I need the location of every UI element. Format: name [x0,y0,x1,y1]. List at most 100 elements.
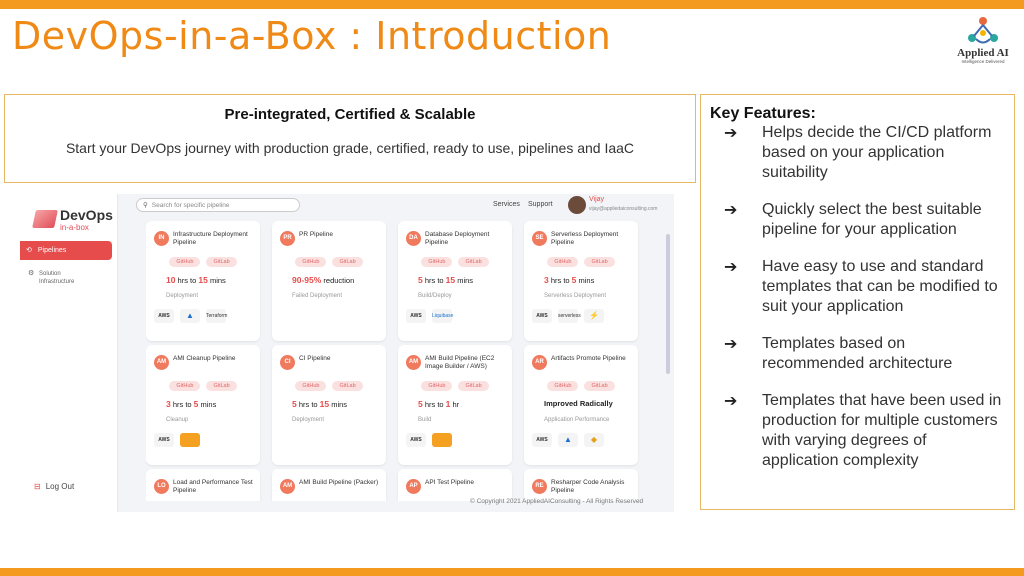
tool-logos: AWS ▲ ◆ [532,433,632,451]
feature-item: ➔ Quickly select the best suitable pipeli… [710,200,1014,240]
search-placeholder: Search for specific pipeline [151,202,230,209]
pipeline-card[interactable]: IN Infrastructure Deployment Pipeline GitH… [146,221,260,341]
pipeline-card[interactable]: SE Serverless Deployment Pipeline GitHub Gi… [524,221,638,341]
chip-github[interactable]: GitHub [295,381,327,391]
chip-github[interactable]: GitHub [547,381,579,391]
sidebar-item-label: Pipelines [37,247,67,254]
arrow-icon: ➔ [724,259,738,276]
time-saving: 3 hrs to 5 mins [544,275,594,285]
pipeline-badge: AM [280,479,295,494]
pipeline-badge: AP [406,479,421,494]
tool-logo-icon: AWS [154,433,174,447]
chip-gitlab[interactable]: GitLab [206,381,237,391]
pipeline-card[interactable]: RE Resharper Code Analysis Pipeline [524,469,638,501]
time-text: hrs to [548,276,572,285]
chip-gitlab[interactable]: GitLab [458,381,489,391]
pipeline-card[interactable]: AP API Test Pipeline [398,469,512,501]
logout-label: Log Out [45,482,75,491]
chip-github[interactable]: GitHub [169,257,201,267]
key-features-title: Key Features: [710,105,816,122]
time-text: hrs to [296,400,320,409]
feature-text: Quickly select the best suitable pipelin… [762,201,982,238]
sidebar-item-pipelines[interactable]: ⟲ Pipelines [20,241,112,260]
pipeline-title: Infrastructure Deployment Pipeline [173,231,248,246]
chip-github[interactable]: GitHub [169,381,201,391]
tool-logos: AWS [406,433,506,451]
tool-logos: AWS ▲ Terraform [154,309,254,327]
chip-github[interactable]: GitHub [295,257,327,267]
pipeline-card[interactable]: LO Load and Performance Test Pipeline [146,469,260,501]
time-unit: mins [207,276,226,285]
search-input[interactable]: ⚲ Search for specific pipeline [136,198,300,212]
pipeline-card[interactable]: PR PR Pipeline GitHub GitLab 90-95% reductio… [272,221,386,341]
platform-chips: GitHub GitLab [398,381,512,391]
brand-name: DevOps [60,207,113,223]
pipeline-card[interactable]: AM AMI Cleanup Pipeline GitHub GitLab 3 hrs … [146,345,260,465]
chip-github[interactable]: GitHub [421,381,453,391]
time-text: hrs to [422,400,446,409]
pipeline-badge: LO [154,479,169,494]
tool-logo-icon [432,433,452,447]
pipeline-title: Load and Performance Test Pipeline [173,479,253,494]
tool-logos: AWS Liquibase [406,309,506,327]
time-unit: mins [329,400,348,409]
pipeline-title: API Test Pipeline [425,479,475,486]
slide: DevOps-in-a-Box : Introduction Applied A… [0,0,1024,576]
chip-gitlab[interactable]: GitLab [458,257,489,267]
services-link[interactable]: Services [493,201,520,208]
pipeline-category: Cleanup [166,417,189,423]
avatar[interactable] [568,196,586,214]
pipeline-card[interactable]: AM AMI Build Pipeline (Packer) [272,469,386,501]
chip-gitlab[interactable]: GitLab [584,381,615,391]
chip-gitlab[interactable]: GitLab [332,381,363,391]
applied-ai-logo-icon [968,17,998,44]
chip-github[interactable]: GitHub [421,257,453,267]
time-saving: 90-95% reduction [292,275,354,285]
logo-tagline: Intelligence Delivered [961,59,1005,64]
pipeline-category: Build/Deploy [418,293,452,299]
tool-logo-icon: AWS [406,309,426,323]
logout-button[interactable]: ⊟ Log Out [34,482,74,491]
pipeline-badge: IN [154,231,169,246]
app-topbar: ⚲ Search for specific pipeline Services S… [118,194,674,216]
chip-gitlab[interactable]: GitLab [206,257,237,267]
brand-logo-icon [32,210,58,228]
time-saving: Improved Radically [544,399,613,408]
time-saving: 5 hrs to 1 hr [418,399,459,409]
top-accent-bar [0,0,1024,9]
pipeline-card[interactable]: AR Artifacts Promote Pipeline GitHub GitLab… [524,345,638,465]
sidebar-item-solution-infrastructure[interactable]: ⚙ Solution Infrastructure [28,270,89,286]
time-text: hrs to [170,400,194,409]
pipeline-title: Artifacts Promote Pipeline [551,355,626,362]
scrollbar[interactable] [666,234,670,374]
time-saving: 5 hrs to 15 mins [292,399,347,409]
support-link[interactable]: Support [528,201,553,208]
tool-logos [280,309,380,327]
tool-logo-icon: Terraform [206,309,227,323]
pipeline-category: Build [418,417,432,423]
time-saving: 3 hrs to 5 mins [166,399,216,409]
app-brand: DevOps in-a-box [32,206,114,234]
pipeline-card[interactable]: DA Database Deployment Pipeline GitHub GitL… [398,221,512,341]
brand-subtitle: in-a-box [60,223,89,232]
chip-gitlab[interactable]: GitLab [332,257,363,267]
pipeline-card[interactable]: AM AMI Build Pipeline (EC2 Image Builder … [398,345,512,465]
tool-logo-icon: Liquibase [432,309,453,323]
pipeline-badge: DA [406,231,421,246]
chip-github[interactable]: GitHub [547,257,579,267]
time-unit: hr [450,400,460,409]
pipeline-badge: RE [532,479,547,494]
pipeline-category: Failed Deployment [292,293,343,299]
pipeline-title: CI Pipeline [299,355,331,362]
feature-item: ➔ Have easy to use and standard templates… [710,257,1014,317]
feature-text: Templates based on recommended architect… [762,335,953,372]
chip-gitlab[interactable]: GitLab [584,257,615,267]
pipeline-card[interactable]: CI CI Pipeline GitHub GitLab 5 hrs to 15 min… [272,345,386,465]
pipeline-badge: AM [406,355,421,370]
feature-list: ➔ Helps decide the CI/CD platform based o… [710,123,1014,471]
intro-heading: Pre-integrated, Certified & Scalable [224,106,476,123]
copyright: © Copyright 2021 AppliedAIConsulting - A… [470,498,644,505]
pipeline-badge: AM [154,355,169,370]
feature-text: Templates that have been used in product… [762,392,1002,469]
intro-box: Pre-integrated, Certified & Scalable Sta… [4,94,696,183]
